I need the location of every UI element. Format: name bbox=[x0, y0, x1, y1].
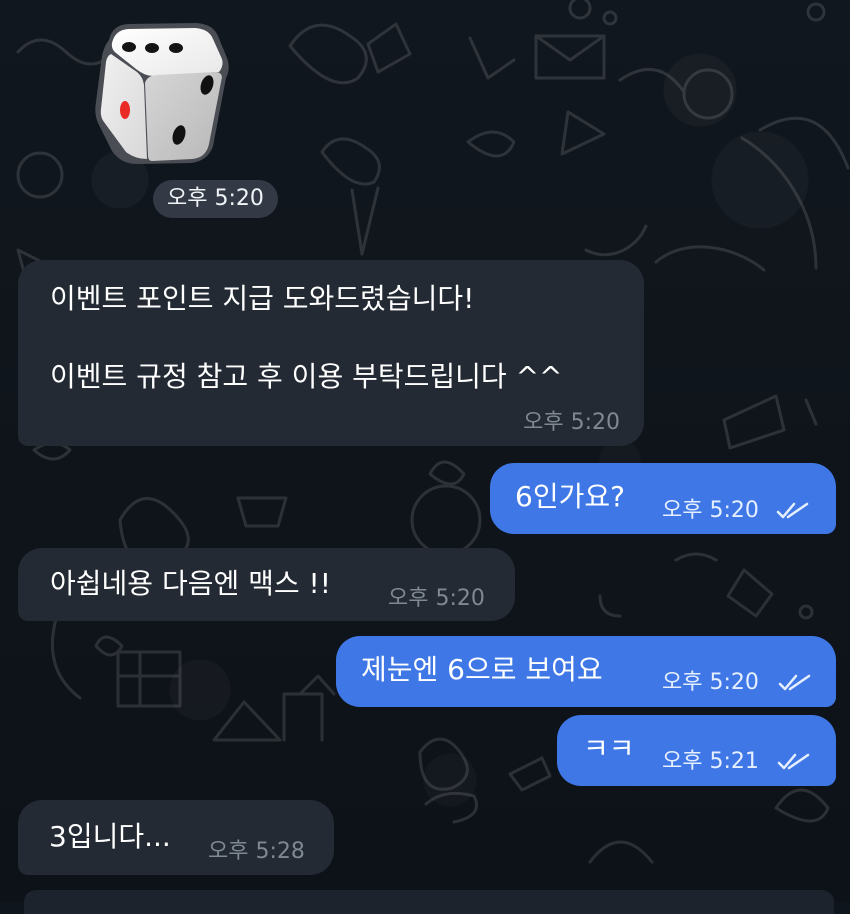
sticker-time: 오후 5:20 bbox=[153, 180, 278, 218]
message-bubble[interactable]: 이벤트 포인트 지급 도와드렸습니다! 이벤트 규정 참고 후 이용 부탁드립니… bbox=[18, 260, 644, 446]
message-bubble[interactable]: ㅋㅋ 오후 5:21 bbox=[557, 715, 836, 786]
message-time: 오후 5:20 bbox=[662, 498, 759, 523]
double-check-icon bbox=[777, 753, 810, 770]
message-text: 3입니다... bbox=[49, 820, 171, 853]
message-bubble[interactable]: 6인가요? 오후 5:20 bbox=[490, 463, 836, 534]
dice-icon bbox=[95, 23, 229, 164]
double-check-icon bbox=[778, 674, 811, 691]
message-text: 아쉽네용 다음엔 맥스 !! bbox=[50, 567, 331, 600]
message-time: 오후 5:21 bbox=[662, 749, 759, 774]
message-text: 6인가요? bbox=[515, 480, 625, 513]
message-time: 오후 5:20 bbox=[662, 670, 759, 695]
message-input-top-edge[interactable] bbox=[24, 890, 834, 914]
message-time: 오후 5:20 bbox=[388, 586, 485, 611]
chat-screen: 오후 5:20 이벤트 포인트 지급 도와드렸습니다! 이벤트 규정 참고 후 … bbox=[0, 0, 850, 914]
message-bubble[interactable]: 3입니다... 오후 5:28 bbox=[18, 800, 334, 875]
message-text-line: 이벤트 포인트 지급 도와드렸습니다! bbox=[50, 282, 475, 315]
message-bubble[interactable]: 제눈엔 6으로 보여요 오후 5:20 bbox=[336, 636, 836, 707]
dice-sticker[interactable] bbox=[88, 14, 238, 174]
message-time: 오후 5:28 bbox=[208, 839, 305, 864]
double-check-icon bbox=[776, 502, 809, 519]
message-bubble[interactable]: 아쉽네용 다음엔 맥스 !! 오후 5:20 bbox=[18, 548, 515, 621]
message-text: ㅋㅋ bbox=[583, 732, 635, 765]
message-text: 제눈엔 6으로 보여요 bbox=[361, 653, 603, 686]
message-time: 오후 5:20 bbox=[523, 410, 620, 435]
message-text-line: 이벤트 규정 참고 후 이용 부탁드립니다 ^^ bbox=[50, 360, 563, 393]
